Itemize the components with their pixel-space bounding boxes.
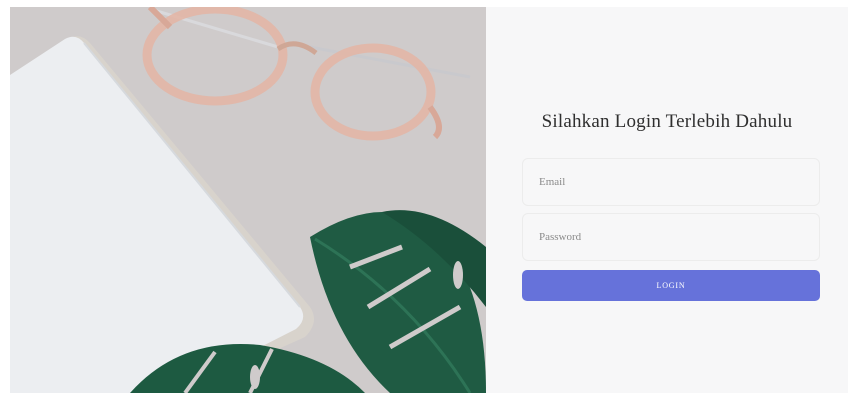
password-input[interactable] — [522, 213, 820, 261]
login-page: Silahkan Login Terlebih Dahulu LOGIN — [10, 7, 848, 393]
email-input[interactable] — [522, 158, 820, 206]
decorative-photo — [10, 7, 486, 393]
login-panel: Silahkan Login Terlebih Dahulu LOGIN — [486, 7, 848, 393]
login-button[interactable]: LOGIN — [522, 270, 820, 301]
hero-image — [10, 7, 486, 393]
login-title: Silahkan Login Terlebih Dahulu — [541, 111, 793, 132]
